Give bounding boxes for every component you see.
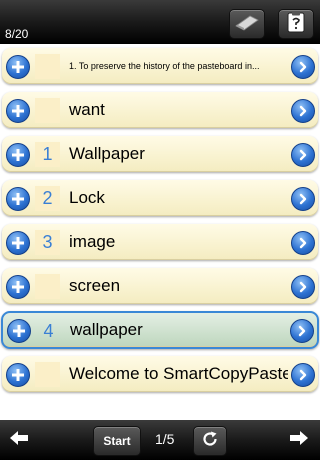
list-item[interactable]: 3 image — [2, 224, 318, 260]
chevron-right-icon[interactable] — [291, 363, 315, 387]
add-icon[interactable] — [6, 55, 30, 79]
item-number — [35, 274, 60, 299]
add-icon[interactable] — [6, 363, 30, 387]
list-item[interactable]: screen — [2, 268, 318, 304]
item-number: 4 — [43, 321, 54, 341]
refresh-icon — [201, 430, 219, 453]
chevron-right-icon[interactable] — [291, 275, 315, 299]
item-number: 2 — [35, 186, 60, 211]
top-toolbar: 8/20 — [0, 0, 320, 44]
item-text: Lock — [69, 188, 105, 207]
item-number — [35, 98, 60, 123]
item-text: wallpaper — [70, 320, 143, 339]
bottom-toolbar: Start 1/5 — [0, 420, 320, 460]
previous-button[interactable] — [6, 428, 32, 452]
eraser-icon — [234, 13, 260, 36]
chevron-right-icon[interactable] — [290, 319, 314, 343]
add-icon[interactable] — [6, 99, 30, 123]
item-text: 1. To preserve the history of the pasteb… — [69, 61, 260, 71]
chevron-right-icon[interactable] — [291, 99, 315, 123]
clipboard-button[interactable] — [278, 9, 314, 39]
list-item[interactable]: 1. To preserve the history of the pasteb… — [2, 48, 318, 84]
clipboard-icon — [287, 11, 305, 38]
item-text: screen — [69, 276, 121, 295]
add-icon[interactable] — [6, 187, 30, 211]
list-item[interactable]: 1 Wallpaper — [2, 136, 318, 172]
add-icon[interactable] — [6, 275, 30, 299]
refresh-button[interactable] — [193, 426, 227, 456]
item-text: want — [69, 100, 105, 119]
list-item-selected[interactable]: 4 wallpaper — [1, 311, 319, 349]
item-text: Wallpaper — [69, 144, 145, 163]
clipboard-list: 1. To preserve the history of the pasteb… — [0, 44, 320, 420]
item-counter: 8/20 — [5, 27, 29, 41]
chevron-right-icon[interactable] — [291, 231, 315, 255]
item-number — [35, 362, 60, 387]
chevron-right-icon[interactable] — [291, 55, 315, 79]
item-number: 1 — [35, 142, 60, 167]
arrow-right-icon — [289, 430, 309, 451]
list-item[interactable]: want — [2, 92, 318, 128]
item-number: 3 — [35, 230, 60, 255]
add-icon[interactable] — [6, 231, 30, 255]
start-button[interactable]: Start — [93, 426, 141, 456]
clear-button[interactable] — [229, 9, 265, 39]
list-item[interactable]: 2 Lock — [2, 180, 318, 216]
add-icon[interactable] — [7, 319, 31, 343]
chevron-right-icon[interactable] — [291, 143, 315, 167]
item-text: image — [69, 232, 116, 251]
list-item[interactable]: Welcome to SmartCopyPaste. — [2, 356, 318, 392]
item-text: Welcome to SmartCopyPaste. — [69, 364, 288, 383]
page-indicator: 1/5 — [155, 431, 175, 447]
add-icon[interactable] — [6, 143, 30, 167]
arrow-left-icon — [9, 430, 29, 451]
next-button[interactable] — [286, 428, 312, 452]
chevron-right-icon[interactable] — [291, 187, 315, 211]
item-number — [35, 54, 60, 79]
